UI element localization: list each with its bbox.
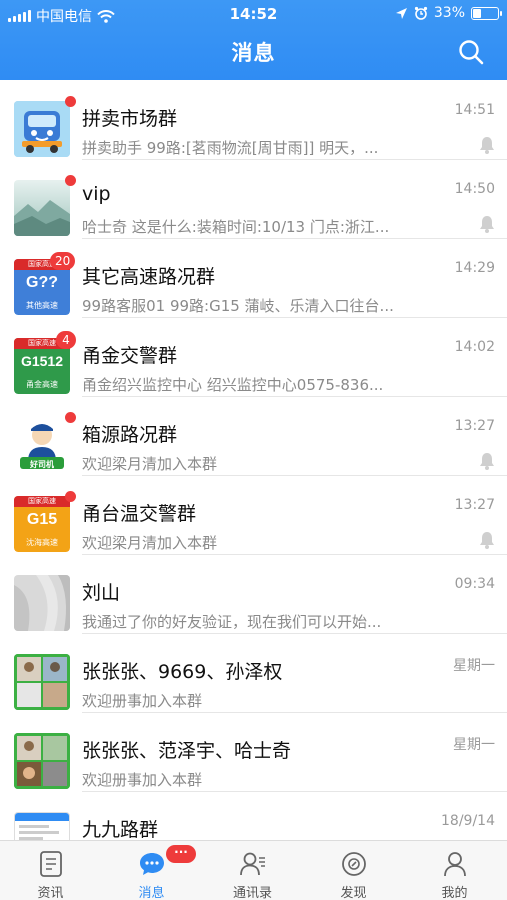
- conversation-name: 箱源路况群: [82, 424, 178, 446]
- status-bar: 中国电信 14:52 33%: [0, 0, 507, 28]
- conversation-row[interactable]: 拼卖市场群 拼卖助手 99路:[茗雨物流[周甘雨]] 明天，... 14:51: [0, 80, 507, 160]
- battery-percent: 33%: [433, 5, 465, 21]
- tab-label: 通讯录: [232, 886, 272, 900]
- unread-dot: [65, 175, 76, 186]
- conversation-time: 14:51: [454, 102, 495, 118]
- conversation-time: 14:29: [454, 260, 495, 276]
- conversation-row[interactable]: 张张张、9669、孙泽权 欢迎册事加入本群 星期一: [0, 633, 507, 713]
- driver-logo-text: 好司机: [29, 459, 54, 469]
- conversation-name: vip: [82, 183, 111, 205]
- muted-bell-icon: [480, 453, 494, 470]
- conversation-preview: 99路客服01 99路:G15 蒲岐、乐清入口往台...: [82, 297, 394, 315]
- battery-icon: [471, 6, 502, 20]
- conversation-name: 其它高速路况群: [82, 266, 216, 288]
- conversation-row[interactable]: 国家高速 G?? 其他高速 20 其它高速路况群 99路客服01 99路:G15…: [0, 238, 507, 318]
- conversation-name: 张张张、9669、孙泽权: [82, 661, 283, 683]
- tab-label: 发现: [340, 886, 367, 900]
- group-photo-avatar: [14, 654, 70, 710]
- tab-label: 资讯: [37, 886, 64, 900]
- unread-count-badge: 4: [56, 331, 76, 349]
- driver-logo-avatar: 好司机: [14, 417, 70, 473]
- compass-icon: [342, 852, 366, 876]
- tab-badge: ···: [166, 845, 196, 863]
- conversation-time: 星期一: [453, 658, 495, 674]
- unread-dot: [65, 491, 76, 502]
- fabric-photo-avatar: [14, 575, 70, 631]
- search-icon[interactable]: [457, 38, 485, 66]
- truck-avatar: [14, 101, 70, 157]
- conversation-row[interactable]: 好司机 箱源路况群 欢迎梁月清加入本群 13:27: [0, 396, 507, 476]
- tab-label: 消息: [138, 886, 165, 900]
- conversation-preview: 甬金绍兴监控中心 绍兴监控中心0575-836...: [82, 376, 384, 394]
- conversation-name: 甬金交警群: [82, 345, 178, 367]
- tab-news[interactable]: 资讯: [0, 841, 101, 900]
- page-title: 消息: [231, 41, 276, 65]
- muted-bell-icon: [480, 216, 494, 233]
- tab-label: 我的: [441, 886, 468, 900]
- profile-icon: [444, 852, 466, 877]
- conversation-row[interactable]: 张张张、范泽宇、哈士奇 欢迎册事加入本群 星期一: [0, 712, 507, 792]
- muted-bell-icon: [480, 532, 494, 549]
- conversation-preview: 欢迎册事加入本群: [82, 771, 203, 789]
- conversation-preview: 欢迎册事加入本群: [82, 692, 203, 710]
- tab-profile[interactable]: 我的: [404, 841, 505, 900]
- contacts-icon: [240, 852, 265, 876]
- conversation-row[interactable]: 刘山 我通过了你的好友验证，现在我们可以开始... 09:34: [0, 554, 507, 634]
- header: 中国电信 14:52 33% 消息: [0, 0, 507, 80]
- chat-icon: [140, 853, 164, 875]
- conversation-name: 张张张、范泽宇、哈士奇: [82, 740, 292, 762]
- conversation-time: 18/9/14: [441, 813, 495, 829]
- news-icon: [40, 851, 62, 877]
- unread-count-badge: 20: [50, 252, 76, 270]
- conversation-preview: 哈士奇 这是什么:装箱时间:10/13 门点:浙江...: [82, 218, 390, 236]
- tab-contacts[interactable]: 通讯录: [202, 841, 303, 900]
- conversation-time: 星期一: [453, 737, 495, 753]
- conversation-time: 14:02: [454, 339, 495, 355]
- conversation-time: 13:27: [454, 418, 495, 434]
- alarm-icon: [414, 6, 427, 20]
- group-photo-avatar: [14, 733, 70, 789]
- conversation-name: 甬台温交警群: [82, 503, 197, 525]
- conversation-name: 拼卖市场群: [82, 108, 178, 130]
- conversation-name: 刘山: [82, 582, 121, 604]
- landscape-avatar: [14, 180, 70, 236]
- tab-bar: 资讯 消息 ··· 通讯录 发现 我的: [0, 840, 507, 900]
- conversation-preview: 欢迎梁月清加入本群: [82, 534, 218, 552]
- conversation-preview: 拼卖助手 99路:[茗雨物流[周甘雨]] 明天，...: [82, 139, 379, 157]
- tab-discover[interactable]: 发现: [303, 841, 404, 900]
- muted-bell-icon: [480, 137, 494, 154]
- location-icon: [395, 7, 407, 19]
- conversation-time: 14:50: [454, 181, 495, 197]
- conversation-row[interactable]: 九九路群 18/9/14: [0, 791, 507, 840]
- conversation-row[interactable]: 国家高速 G1512 甬金高速 4 甬金交警群 甬金绍兴监控中心 绍兴监控中心0…: [0, 317, 507, 397]
- conversation-time: 13:27: [454, 497, 495, 513]
- conversation-name: 九九路群: [82, 819, 159, 840]
- conversation-preview: 欢迎梁月清加入本群: [82, 455, 218, 473]
- conversation-list[interactable]: 拼卖市场群 拼卖助手 99路:[茗雨物流[周甘雨]] 明天，... 14:51 …: [0, 80, 507, 840]
- unread-dot: [65, 96, 76, 107]
- highway-sign-avatar: 国家高速 G15 沈海高速: [14, 496, 70, 552]
- conversation-time: 09:34: [454, 576, 495, 592]
- unread-dot: [65, 412, 76, 423]
- conversation-row[interactable]: vip 哈士奇 这是什么:装箱时间:10/13 门点:浙江... 14:50: [0, 159, 507, 239]
- conversation-row[interactable]: 国家高速 G15 沈海高速 甬台温交警群 欢迎梁月清加入本群 13:27: [0, 475, 507, 555]
- conversation-preview: 我通过了你的好友验证，现在我们可以开始...: [82, 613, 382, 631]
- screenshot-avatar: [14, 812, 70, 840]
